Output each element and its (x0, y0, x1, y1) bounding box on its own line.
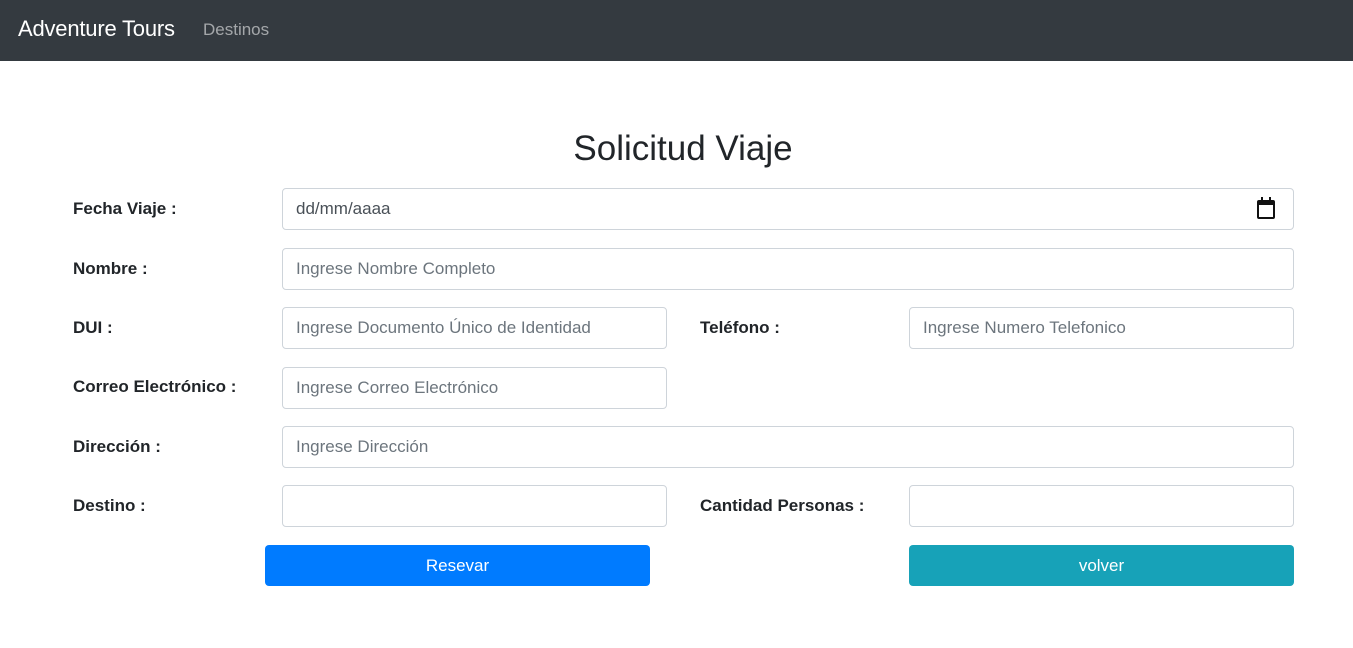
nav-link-destinos[interactable]: Destinos (203, 20, 269, 40)
fecha-viaje-input[interactable]: dd/mm/aaaa (282, 188, 1294, 230)
navbar: Adventure Tours Destinos (0, 0, 1353, 61)
reservar-button[interactable]: Resevar (265, 545, 650, 586)
fecha-viaje-value: dd/mm/aaaa (296, 199, 391, 218)
telefono-field (909, 307, 1294, 349)
nombre-input[interactable] (296, 249, 1280, 289)
nombre-label: Nombre : (73, 259, 148, 278)
direccion-field (282, 426, 1294, 468)
correo-input[interactable] (296, 368, 653, 408)
direccion-label: Dirección : (73, 437, 161, 456)
dui-field (282, 307, 667, 349)
direccion-input[interactable] (296, 427, 1280, 467)
destino-input[interactable] (296, 486, 653, 526)
destino-label: Destino : (73, 496, 146, 515)
brand-link[interactable]: Adventure Tours (18, 16, 175, 42)
volver-button[interactable]: volver (909, 545, 1294, 586)
cantidad-label: Cantidad Personas : (700, 496, 865, 515)
dui-input[interactable] (296, 308, 653, 348)
correo-field (282, 367, 667, 409)
correo-label: Correo Electrónico : (73, 377, 237, 396)
destino-field (282, 485, 667, 527)
cantidad-field (909, 485, 1294, 527)
dui-label: DUI : (73, 318, 113, 337)
telefono-input[interactable] (923, 308, 1280, 348)
fecha-viaje-label: Fecha Viaje : (73, 199, 177, 218)
nombre-field (282, 248, 1294, 290)
telefono-label: Teléfono : (700, 318, 780, 337)
calendar-icon[interactable] (1257, 196, 1275, 219)
cantidad-input[interactable] (923, 486, 1280, 526)
page-title: Solicitud Viaje (573, 129, 793, 168)
